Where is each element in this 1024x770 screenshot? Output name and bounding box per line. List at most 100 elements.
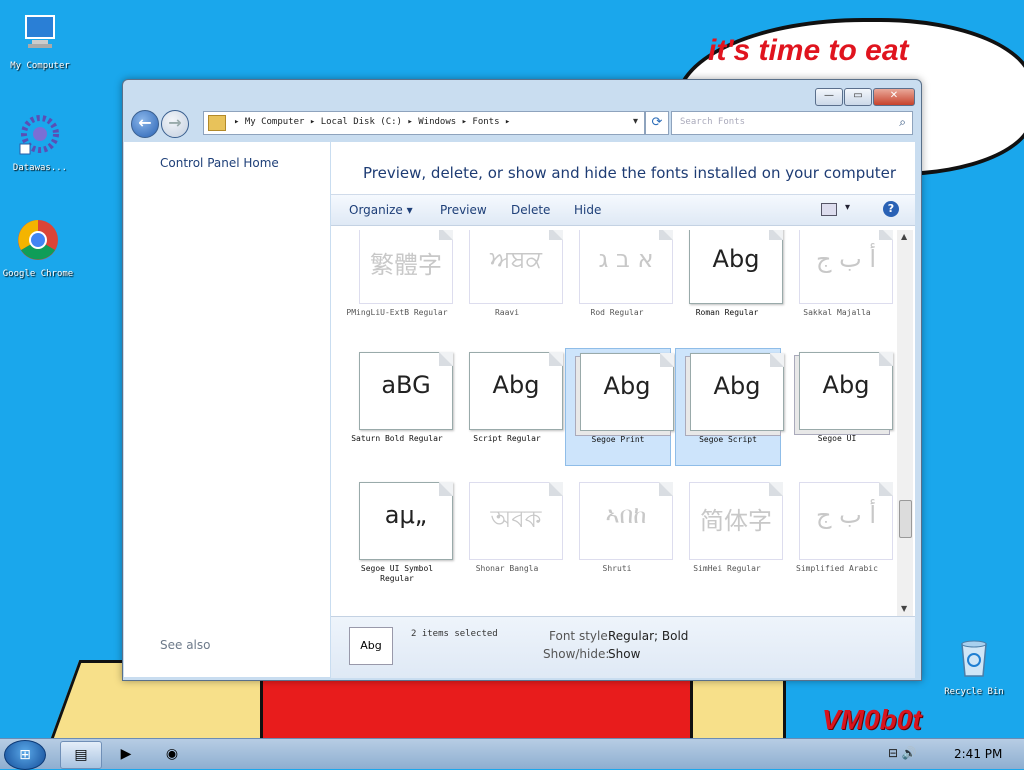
font-label: Rod Regular	[590, 308, 644, 317]
close-button[interactable]: ✕	[873, 88, 915, 106]
organize-button[interactable]: Organize ▾	[349, 203, 413, 217]
scroll-up-icon[interactable]: ▲	[901, 232, 907, 241]
taskbar-media-player-button[interactable]: ▶	[106, 741, 146, 767]
font-sample: Abg	[822, 371, 870, 399]
control-panel-home-link[interactable]: Control Panel Home	[160, 156, 279, 170]
font-file-icon: ኣበከ	[579, 482, 673, 560]
minimize-button[interactable]: —	[815, 88, 843, 106]
computer-icon	[25, 15, 55, 48]
font-tile[interactable]: Abg Script Regular	[455, 348, 563, 464]
font-label: PMingLiU-ExtB Regular	[346, 308, 448, 317]
desktop-icon-label: Datawas...	[12, 163, 68, 173]
font-tile[interactable]: ኣበከ Shruti	[565, 478, 673, 594]
font-tile[interactable]: Abg Roman Regular	[675, 230, 783, 338]
font-tile[interactable]: ਅਬਕ Raavi	[455, 230, 563, 338]
speech-bubble-text: it's time to eat	[708, 34, 909, 67]
font-file-icon: Abg	[580, 353, 674, 431]
font-file-icon: অবক	[469, 482, 563, 560]
system-tray[interactable]: ⊟ 🔊	[888, 746, 917, 760]
taskbar: ⊞ ▤ ▶ ◉ ⊟ 🔊 2:41 PM	[0, 738, 1024, 770]
views-icon[interactable]	[821, 203, 837, 216]
font-file-icon: 繁體字	[359, 230, 453, 304]
preview-button[interactable]: Preview	[440, 203, 487, 217]
address-bar[interactable]: ▸ My Computer ▸ Local Disk (C:) ▸ Window…	[203, 111, 645, 135]
font-tile[interactable]: aBG Saturn Bold Regular	[345, 348, 453, 464]
desktop-icon-datawaas[interactable]: Datawas...	[2, 112, 78, 173]
show-hide-label: Show/hide:	[543, 647, 610, 661]
details-font-icon: Abg	[349, 627, 393, 665]
font-tile[interactable]: aμ„ Segoe UI Symbol Regular	[345, 478, 453, 594]
refresh-button[interactable]: ⟳	[645, 111, 669, 135]
font-style-label: Font style:	[549, 629, 612, 643]
caption-buttons: — ▭ ✕	[815, 88, 915, 106]
font-sample: ኣበከ	[605, 501, 647, 529]
content-pane: Preview, delete, or show and hide the fo…	[331, 142, 915, 616]
maximize-button[interactable]: ▭	[844, 88, 872, 106]
desktop-icon-my-computer[interactable]: My Computer	[2, 10, 78, 71]
hide-button[interactable]: Hide	[574, 203, 601, 217]
forward-button[interactable]: →	[161, 110, 189, 138]
taskbar-chrome-button[interactable]: ◉	[152, 741, 192, 767]
font-tile[interactable]: Abg Segoe Print	[565, 348, 674, 466]
scroll-thumb[interactable]	[899, 500, 912, 538]
chevron-down-icon[interactable]: ▾	[845, 202, 850, 213]
font-sample: أ ب ج	[815, 245, 876, 273]
delete-button[interactable]: Delete	[511, 203, 550, 217]
font-file-icon: aμ„	[359, 482, 453, 560]
font-label: Shruti	[602, 564, 632, 573]
search-icon: ⌕	[899, 115, 906, 129]
font-file-icon: Abg	[469, 352, 563, 430]
navigation-bar: ← → ▸ My Computer ▸ Local Disk (C:) ▸ Wi…	[131, 110, 913, 138]
desktop-icon-chrome[interactable]: Google Chrome	[0, 218, 76, 279]
font-sample: 繁體字	[370, 251, 442, 279]
address-path: ▸ My Computer ▸ Local Disk (C:) ▸ Window…	[234, 117, 511, 127]
font-tile[interactable]: Abg Segoe Script	[675, 348, 784, 466]
help-icon[interactable]: ?	[883, 201, 899, 217]
desktop-icon-label: Recycle Bin	[944, 687, 1004, 697]
font-label: Sakkal Majalla	[803, 308, 871, 317]
font-tile[interactable]: أ ب ج Sakkal Majalla	[785, 230, 893, 338]
search-input[interactable]: Search Fonts ⌕	[671, 111, 913, 135]
font-tile[interactable]: 繁體字 PMingLiU-ExtB Regular	[345, 230, 453, 338]
font-tile[interactable]: א ב ג Rod Regular	[565, 230, 673, 338]
volume-icon[interactable]: 🔊	[902, 746, 917, 760]
back-button[interactable]: ←	[131, 110, 159, 138]
desktop-icon-label: My Computer	[10, 61, 70, 71]
font-tile[interactable]: Abg Segoe UI	[785, 348, 893, 464]
font-tile[interactable]: أ ب ج Simplified Arabic	[785, 478, 893, 594]
font-sample: Abg	[713, 372, 761, 400]
font-sample: ਅਬਕ	[490, 245, 542, 273]
see-also-heading: See also	[160, 638, 211, 652]
chevron-down-icon[interactable]: ▾	[633, 116, 638, 127]
font-label: Raavi	[494, 308, 520, 317]
details-pane: Abg 2 items selected Font style: Regular…	[331, 616, 915, 678]
font-file-icon: أ ب ج	[799, 482, 893, 560]
font-sample: א ב ג	[598, 245, 654, 273]
chrome-icon: ◉	[165, 746, 179, 762]
font-label: Segoe UI Symbol Regular	[360, 564, 434, 583]
font-label: Roman Regular	[695, 308, 759, 317]
selection-count: 2 items selected	[411, 629, 498, 639]
scroll-down-icon[interactable]: ▼	[901, 604, 907, 613]
clock[interactable]: 2:41 PM	[954, 747, 1002, 761]
taskbar-explorer-button[interactable]: ▤	[60, 741, 102, 769]
start-button[interactable]: ⊞	[4, 740, 46, 770]
font-file-icon: أ ب ج	[799, 230, 893, 304]
font-label: SimHei Regular	[693, 564, 761, 573]
font-tile[interactable]: অবক Shonar Bangla	[455, 478, 563, 594]
font-sample: 简体字	[700, 507, 772, 535]
recycle-bin-icon	[961, 640, 987, 677]
font-file-icon: Abg	[799, 352, 893, 430]
font-label: Shonar Bangla	[475, 564, 539, 573]
font-file-icon: 简体字	[689, 482, 783, 560]
vertical-scrollbar[interactable]: ▲ ▼	[897, 230, 913, 616]
desktop-icon-label: Google Chrome	[2, 269, 74, 279]
font-file-icon: ਅਬਕ	[469, 230, 563, 304]
font-file-icon: א ב ג	[579, 230, 673, 304]
desktop-icon-recycle-bin[interactable]: Recycle Bin	[936, 636, 1012, 697]
font-tile[interactable]: 简体字 SimHei Regular	[675, 478, 783, 594]
font-sample: أ ب ج	[815, 501, 876, 529]
network-icon[interactable]: ⊟	[888, 746, 898, 760]
font-sample: অবক	[490, 505, 542, 533]
folder-icon: ▤	[74, 747, 88, 763]
